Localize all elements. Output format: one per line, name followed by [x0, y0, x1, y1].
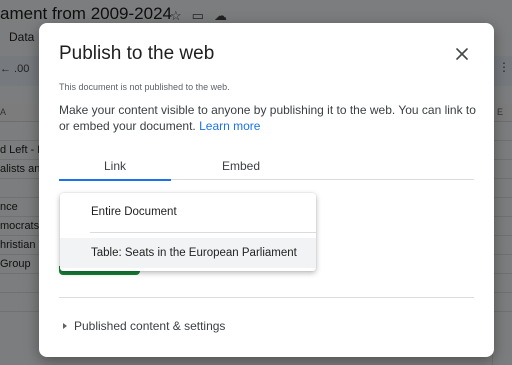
dropdown-separator [90, 232, 316, 233]
published-content-settings-toggle[interactable]: Published content & settings [63, 319, 225, 333]
dialog-title: Publish to the web [59, 43, 215, 64]
publish-to-web-dialog: Publish to the web This document is not … [39, 23, 494, 357]
close-button[interactable] [451, 43, 473, 65]
learn-more-link[interactable]: Learn more [199, 119, 260, 133]
description-text: Make your content visible to anyone by p… [59, 103, 476, 133]
settings-label: Published content & settings [74, 319, 226, 333]
tab-label: Link [103, 159, 126, 173]
dropdown-option-table[interactable]: Table: Seats in the European Parliament [60, 238, 316, 268]
tab-link[interactable]: Link [59, 155, 171, 181]
expand-caret-icon [63, 323, 67, 329]
close-icon [456, 48, 468, 60]
dropdown-option-entire-document[interactable]: Entire Document [60, 197, 316, 227]
content-select-dropdown: Entire Document Table: Seats in the Euro… [60, 193, 316, 271]
dialog-description: Make your content visible to anyone by p… [59, 102, 479, 134]
publish-status-text: This document is not published to the we… [59, 82, 230, 92]
active-tab-indicator [59, 179, 171, 181]
tab-bar: Link Embed [59, 155, 474, 181]
tab-label: Embed [221, 159, 261, 173]
tab-embed[interactable]: Embed [185, 155, 297, 180]
divider [59, 297, 474, 298]
